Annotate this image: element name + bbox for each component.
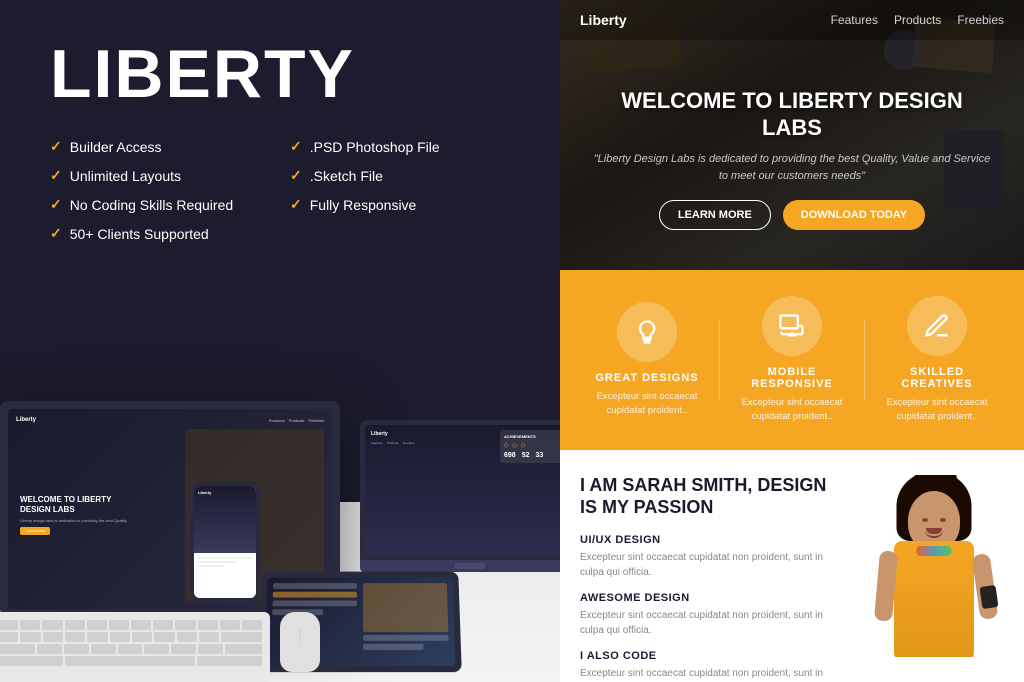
feature-card-designs: GREAT DESIGNS Excepteur sint occaecat cu… <box>575 302 719 419</box>
portfolio-section-desc-2: Excepteur sint occaecat cupidatat non pr… <box>580 608 844 638</box>
right-nav-freebies[interactable]: Freebies <box>957 13 1004 27</box>
feature-card-title-1: GREAT DESIGNS <box>595 372 698 384</box>
feature-text-1: Builder Access <box>70 139 162 155</box>
portfolio-section-3: I ALSO CODE Excepteur sint occaecat cupi… <box>580 650 844 682</box>
feature-item-3: ✓ Unlimited Layouts <box>50 167 270 184</box>
check-icon-2: ✓ <box>290 138 302 155</box>
right-hero-title: WELCOME TO LIBERTY DESIGN LABS <box>590 88 994 141</box>
portfolio-section-title-3: I ALSO CODE <box>580 650 844 662</box>
feature-item-4: ✓ .Sketch File <box>290 167 510 184</box>
right-hero-buttons: LEARN MORE DOWNLOAD TODAY <box>590 200 994 230</box>
check-icon-5: ✓ <box>50 196 62 213</box>
right-panel: Liberty Features Products Freebies WELCO… <box>560 0 1024 682</box>
right-nav-products[interactable]: Products <box>894 13 941 27</box>
portfolio-section-2: AWESOME DESIGN Excepteur sint occaecat c… <box>580 592 844 638</box>
portfolio-text: I AM SARAH SMITH, DESIGN IS MY PASSION U… <box>580 475 844 657</box>
feature-item-6: ✓ Fully Responsive <box>290 196 510 213</box>
achievement-2: 52 <box>522 452 530 459</box>
feature-text-6: Fully Responsive <box>310 197 417 213</box>
feature-text-7: 50+ Clients Supported <box>70 226 209 242</box>
screen-nav-2: Products <box>289 418 305 423</box>
achievement-3: 33 <box>535 452 543 459</box>
features-grid: ✓ Builder Access ✓ .PSD Photoshop File ✓… <box>50 138 510 242</box>
phone-mockup: Liberty <box>190 482 260 602</box>
right-hero-content: WELCOME TO LIBERTY DESIGN LABS "Liberty … <box>590 88 994 230</box>
screen-hero-sub: Liberty design labs is dedicated to prov… <box>20 518 130 523</box>
screen-hero-title: WELCOME TO LIBERTYDESIGN LABS <box>20 495 111 514</box>
feature-text-4: .Sketch File <box>310 168 383 184</box>
right-nav-features[interactable]: Features <box>831 13 878 27</box>
portfolio-section-title-2: AWESOME DESIGN <box>580 592 844 604</box>
creatives-icon-circle <box>907 296 967 356</box>
check-icon-1: ✓ <box>50 138 62 155</box>
portfolio-image <box>864 475 1004 657</box>
feature-item-5: ✓ No Coding Skills Required <box>50 196 270 213</box>
lightbulb-icon <box>633 318 661 346</box>
achievements-title: ACHIEVEMENTS <box>504 434 560 439</box>
monitor-icon <box>778 312 806 340</box>
check-icon-6: ✓ <box>290 196 302 213</box>
feature-card-desc-3: Excepteur sint occaecat cupidatat proide… <box>875 396 999 425</box>
laptop-achievements: ACHIEVEMENTS ⬡ ⬡ ⬡ <box>500 430 560 463</box>
feature-card-desc-1: Excepteur sint occaecat cupidatat proide… <box>585 390 709 419</box>
portfolio-title: I AM SARAH SMITH, DESIGN IS MY PASSION <box>580 475 844 518</box>
feature-item-7: ✓ 50+ Clients Supported <box>50 225 270 242</box>
right-features-section: GREAT DESIGNS Excepteur sint occaecat cu… <box>560 270 1024 450</box>
learn-more-button[interactable]: LEARN MORE <box>659 200 771 230</box>
portfolio-section-desc-3: Excepteur sint occaecat cupidatat non pr… <box>580 666 844 682</box>
right-portfolio-section: I AM SARAH SMITH, DESIGN IS MY PASSION U… <box>560 450 1024 682</box>
feature-card-title-3: SKILLED CREATIVES <box>875 366 999 390</box>
screen-learn-btn: LEARN MORE <box>20 527 50 535</box>
mouse-mockup <box>280 612 320 672</box>
laptop-mockup: Liberty Features Products Freebies ACHIE… <box>360 420 560 572</box>
feature-card-mobile: MOBILE RESPONSIVE Excepteur sint occaeca… <box>720 296 864 425</box>
left-panel: LIBERTY ✓ Builder Access ✓ .PSD Photosho… <box>0 0 560 682</box>
right-hero-subtitle: "Liberty Design Labs is dedicated to pro… <box>590 151 994 184</box>
designs-icon-circle <box>617 302 677 362</box>
portfolio-section-title-1: UI/UX DESIGN <box>580 534 844 546</box>
feature-text-3: Unlimited Layouts <box>70 168 181 184</box>
feature-card-title-2: MOBILE RESPONSIVE <box>730 366 854 390</box>
check-icon-3: ✓ <box>50 167 62 184</box>
feature-item-1: ✓ Builder Access <box>50 138 270 155</box>
screen-nav-3: Freebies <box>308 418 324 423</box>
right-hero-section: Liberty Features Products Freebies WELCO… <box>560 0 1024 270</box>
brand-title: LIBERTY <box>50 40 510 108</box>
feature-text-5: No Coding Skills Required <box>70 197 233 213</box>
achievement-1: 698 <box>504 452 516 459</box>
check-icon-7: ✓ <box>50 225 62 242</box>
screen-logo: Liberty <box>16 417 36 423</box>
portfolio-section-1: UI/UX DESIGN Excepteur sint occaecat cup… <box>580 534 844 580</box>
feature-card-desc-2: Excepteur sint occaecat cupidatat proide… <box>730 396 854 425</box>
woman-figure <box>869 475 999 657</box>
portfolio-section-desc-1: Excepteur sint occaecat cupidatat non pr… <box>580 550 844 580</box>
screen-nav-1: Features <box>269 418 285 423</box>
feature-card-creatives: SKILLED CREATIVES Excepteur sint occaeca… <box>865 296 1009 425</box>
download-button[interactable]: DOWNLOAD TODAY <box>783 200 925 230</box>
check-icon-4: ✓ <box>290 167 302 184</box>
mobile-icon-circle <box>762 296 822 356</box>
right-nav-items: Features Products Freebies <box>831 13 1004 27</box>
keyboard-mockup <box>0 612 270 682</box>
mockup-container: Liberty Features Products Freebies WELCO… <box>0 282 560 682</box>
right-nav-logo: Liberty <box>580 12 627 28</box>
feature-text-2: .PSD Photoshop File <box>310 139 440 155</box>
feature-item-2: ✓ .PSD Photoshop File <box>290 138 510 155</box>
right-nav: Liberty Features Products Freebies <box>560 0 1024 40</box>
pencil-icon <box>923 312 951 340</box>
